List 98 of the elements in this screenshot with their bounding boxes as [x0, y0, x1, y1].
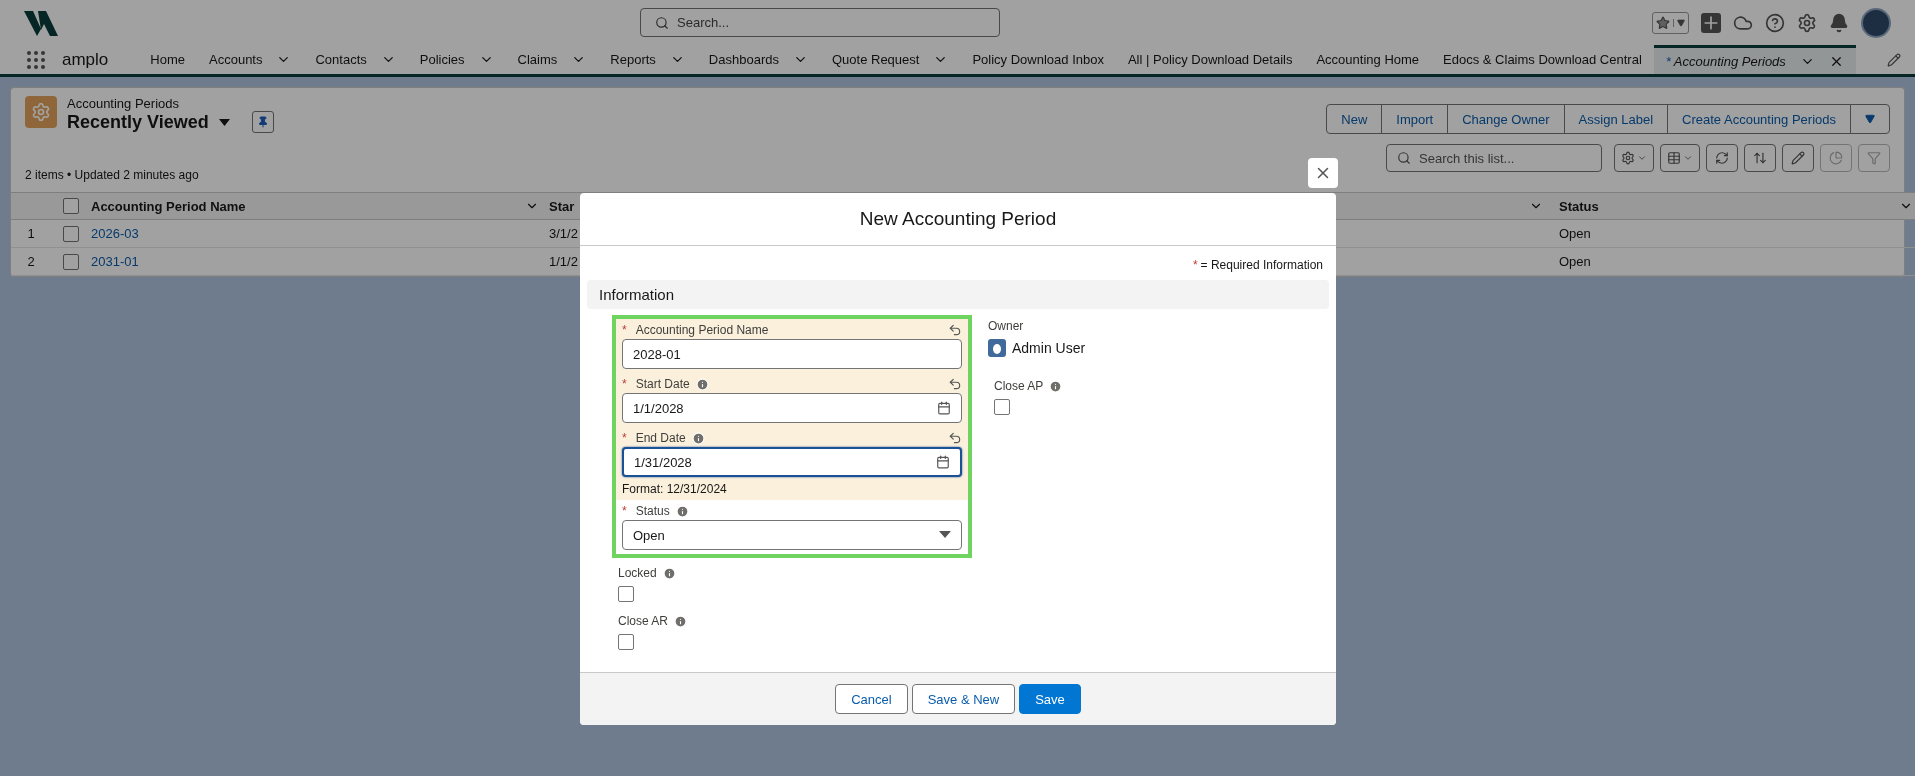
nav-tab[interactable]: Reports [598, 45, 697, 74]
select-all-checkbox[interactable] [63, 198, 79, 214]
nav-tab[interactable]: Accounts [197, 45, 304, 74]
more-actions-button[interactable] [1850, 104, 1890, 134]
info-icon[interactable] [675, 504, 689, 518]
dialog-button[interactable]: Cancel [835, 684, 908, 714]
caret-icon [1865, 113, 1875, 124]
info-icon[interactable] [662, 566, 676, 580]
add-icon[interactable] [1701, 12, 1721, 33]
field-label: Start Date [635, 377, 690, 391]
required-mark: * [1192, 258, 1198, 272]
table-icon[interactable] [1660, 144, 1700, 172]
field-label: Close AP [994, 379, 1044, 393]
field-label: Owner [988, 319, 1025, 333]
action-button[interactable]: Assign Label [1563, 104, 1669, 134]
action-button[interactable]: Import [1381, 104, 1449, 134]
row-number: 1 [11, 220, 51, 248]
nav-tab[interactable]: Policies [407, 45, 506, 74]
record-link[interactable]: 2026-03 [91, 220, 549, 248]
settings-icon[interactable] [1797, 12, 1817, 33]
nav-tab[interactable]: Dashboards [696, 45, 820, 74]
format-hint: Format: 12/31/2024 [622, 482, 728, 496]
undo-icon[interactable] [948, 323, 962, 337]
checkbox[interactable] [994, 399, 1010, 415]
list-view-name[interactable]: Recently Viewed [67, 111, 209, 133]
caret-icon [1677, 18, 1685, 27]
user-icon [992, 342, 1002, 354]
star-icon [1656, 15, 1670, 30]
date-field[interactable]: 1/31/2028 [622, 447, 962, 477]
modal-title: New Accounting Period [580, 193, 1336, 246]
field-label: Status [635, 504, 670, 518]
nav-tab[interactable]: Edocs & Claims Download Central [1431, 45, 1654, 74]
field-label: Locked [618, 566, 657, 580]
global-search-field[interactable]: Search... [640, 8, 1000, 37]
info-icon[interactable] [691, 431, 705, 445]
row-checkbox[interactable] [63, 225, 79, 242]
field-label: End Date [635, 431, 686, 445]
calendar-icon[interactable] [937, 401, 951, 415]
help-icon[interactable] [1765, 12, 1785, 33]
favorites-button[interactable] [1652, 11, 1689, 34]
undo-icon[interactable] [948, 431, 962, 445]
nav-tab[interactable]: Claims [505, 45, 599, 74]
list-search-field[interactable]: Search this list... [1386, 144, 1602, 172]
caret-icon[interactable] [218, 118, 230, 126]
required-mark: * [622, 504, 627, 518]
edit-icon[interactable] [1782, 144, 1814, 172]
nav-tab[interactable]: All | Policy Download Details [1115, 45, 1305, 74]
sort-icon[interactable] [1744, 144, 1776, 172]
action-button[interactable]: Create Accounting Periods [1667, 104, 1851, 134]
action-button[interactable]: New [1326, 104, 1383, 134]
info-icon[interactable] [695, 377, 709, 391]
refresh-icon[interactable] [1706, 144, 1738, 172]
search-icon [1397, 151, 1411, 165]
info-icon[interactable] [674, 614, 688, 628]
undo-icon[interactable] [948, 377, 962, 391]
gear-icon [25, 96, 57, 128]
record-link[interactable]: 2031-01 [91, 248, 549, 276]
owner-name[interactable]: Admin User [1012, 340, 1086, 356]
required-note: = Required Information [1200, 258, 1323, 272]
settings-icon[interactable] [1614, 144, 1654, 172]
field-label: Accounting Period Name [635, 323, 769, 337]
object-label: Accounting Periods [67, 96, 180, 111]
close-button[interactable] [1308, 158, 1338, 188]
pin-button[interactable] [251, 111, 274, 133]
pin-icon [256, 116, 269, 128]
nav-tab[interactable]: Accounting Home [1304, 45, 1432, 74]
checkbox[interactable] [618, 586, 634, 602]
info-icon[interactable] [1049, 379, 1063, 393]
nav-tab[interactable]: Quote Request [819, 45, 961, 74]
dialog-button[interactable]: Save & New [911, 684, 1016, 714]
text-field[interactable]: 2028-01 [622, 339, 962, 369]
row-checkbox[interactable] [63, 253, 79, 270]
column-header[interactable]: Accounting Period Name [91, 192, 549, 220]
nav-tab[interactable]: Contacts [303, 45, 408, 74]
table-cell: Open [1553, 248, 1915, 276]
user-avatar[interactable] [1861, 7, 1891, 38]
dialog-button[interactable]: Save [1019, 684, 1081, 714]
app-name: amplo [62, 49, 109, 70]
checkbox[interactable] [618, 634, 634, 650]
search-icon [655, 15, 669, 30]
column-header[interactable]: Status [1553, 192, 1915, 220]
list-summary: 2 items • Updated 2 minutes ago [25, 168, 199, 184]
row-number: 2 [11, 248, 51, 276]
notifications-icon[interactable] [1829, 12, 1849, 33]
calendar-icon[interactable] [936, 455, 950, 469]
section-header[interactable]: Information [587, 280, 1329, 309]
nav-tab[interactable]: Home [138, 45, 197, 74]
dropdown-arrow-icon [939, 531, 951, 539]
status-dropdown[interactable]: Open [622, 520, 962, 550]
nav-tab[interactable]: * Accounting Periods [1653, 45, 1856, 74]
date-field[interactable]: 1/1/2028 [622, 393, 962, 423]
required-mark: * [622, 323, 627, 337]
field-label: Close AR [618, 614, 669, 628]
nav-tab[interactable]: Policy Download Inbox [960, 45, 1116, 74]
required-mark: * [622, 431, 627, 445]
table-cell: Open [1553, 220, 1915, 248]
action-button[interactable]: Change Owner [1447, 104, 1565, 134]
required-mark: * [622, 377, 627, 391]
